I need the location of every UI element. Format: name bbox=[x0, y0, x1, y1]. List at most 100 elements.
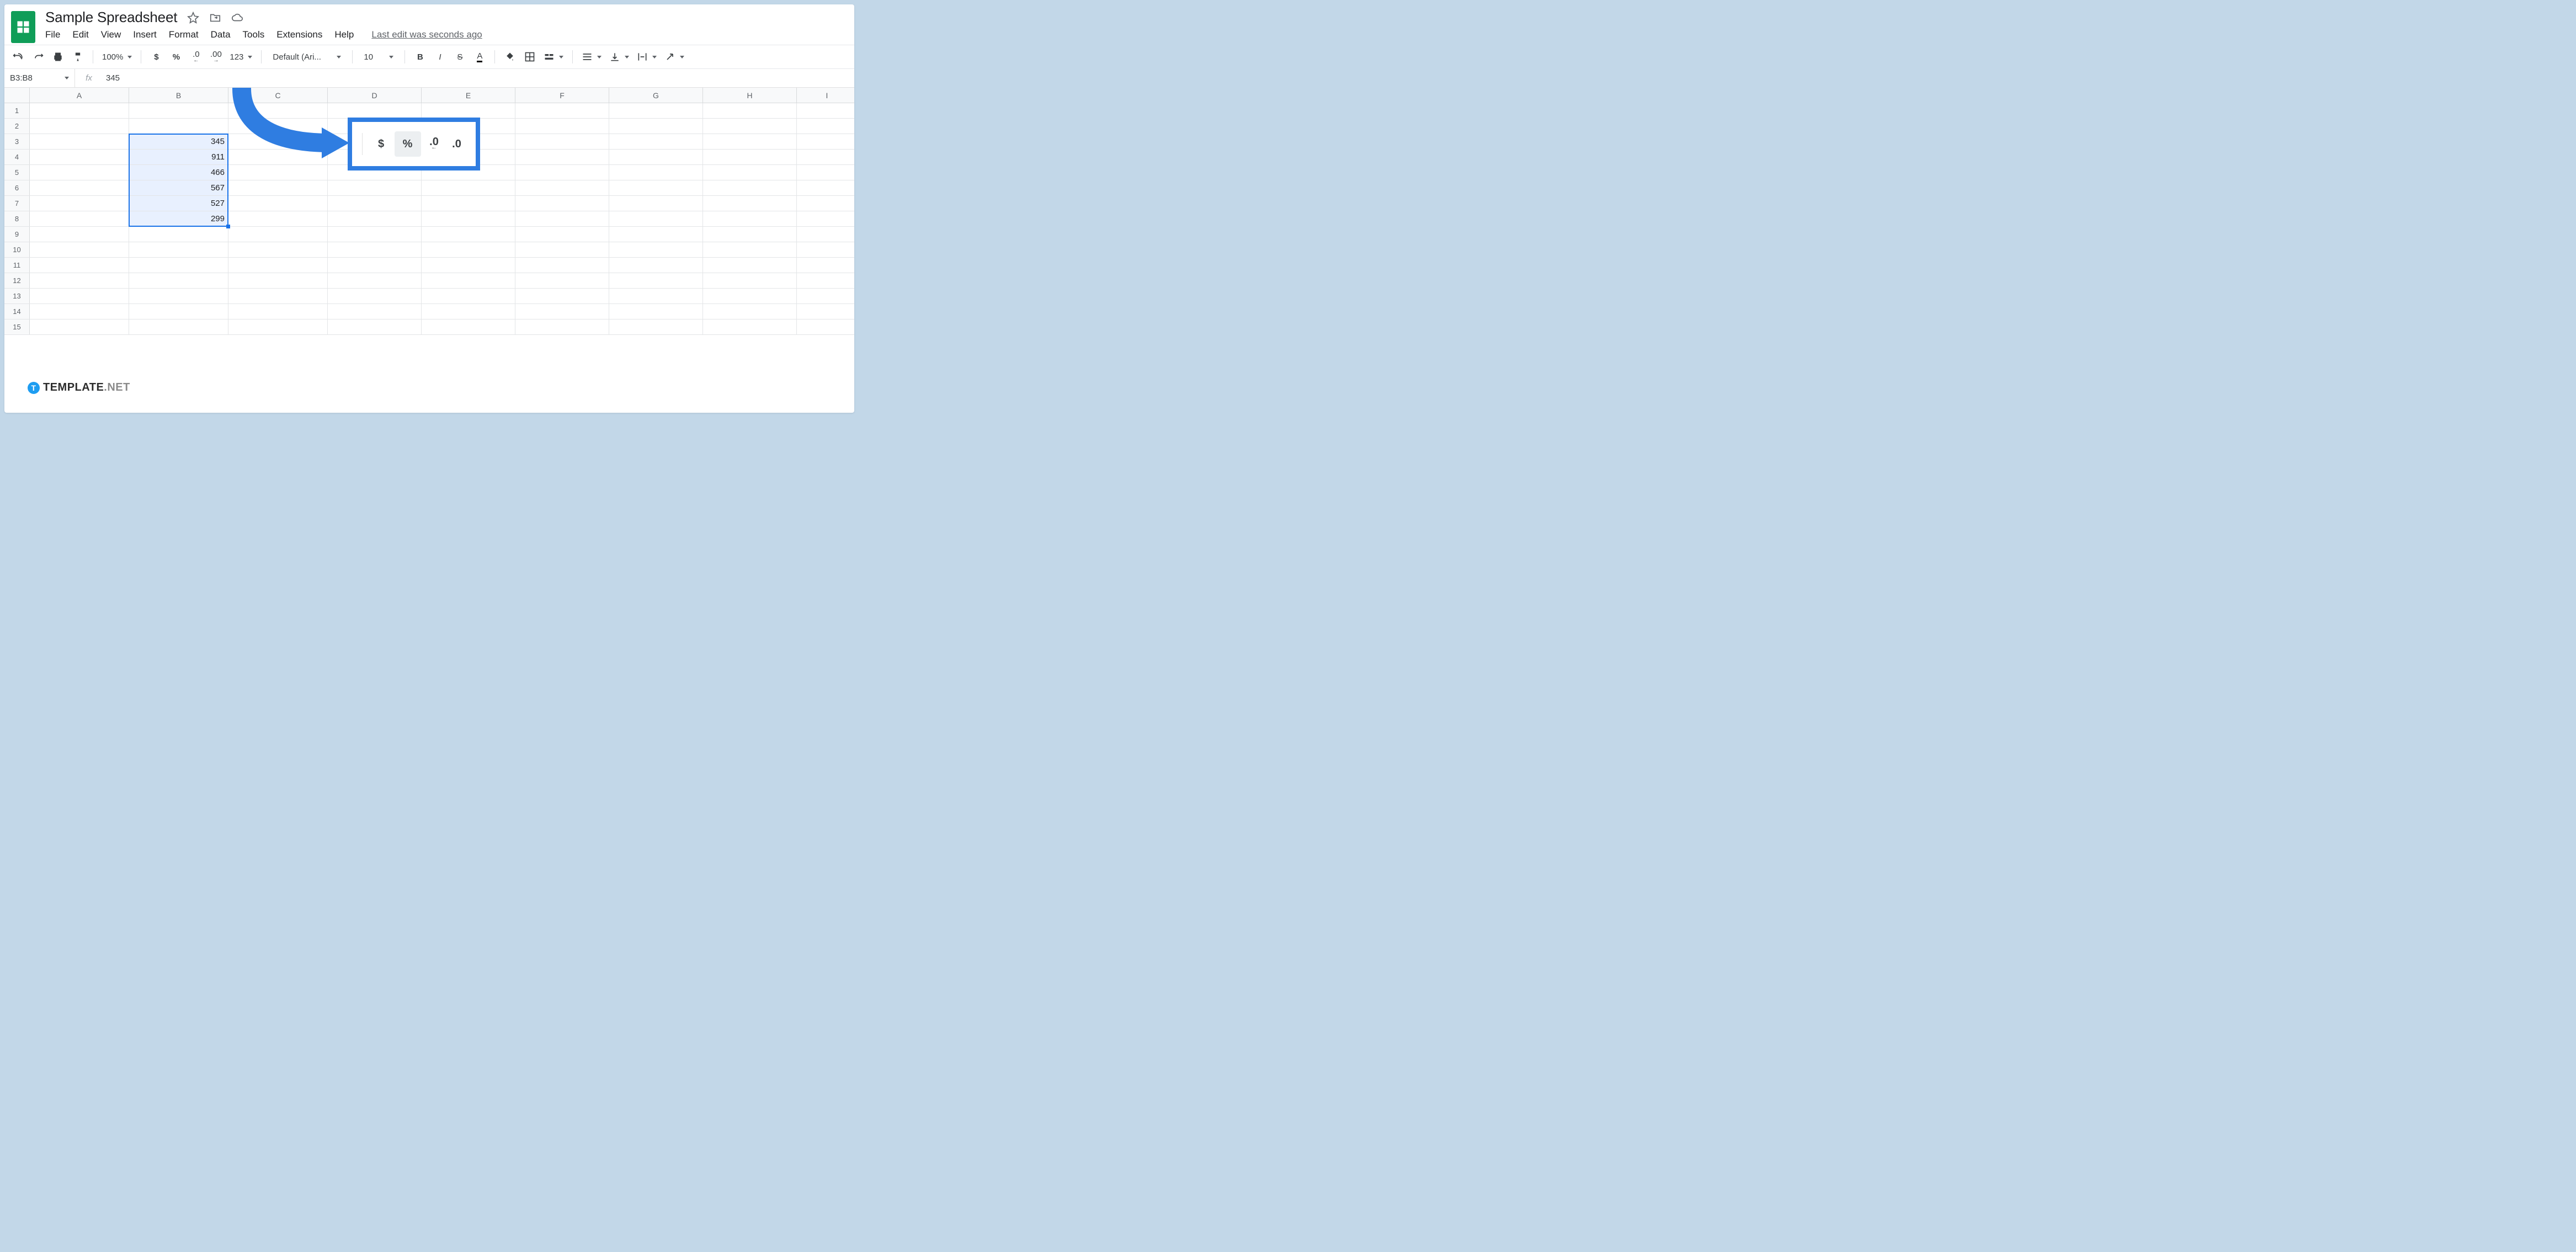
cell[interactable] bbox=[30, 258, 129, 273]
cell[interactable] bbox=[797, 227, 854, 242]
row-header[interactable]: 5 bbox=[4, 165, 30, 180]
cell[interactable] bbox=[228, 119, 328, 134]
last-edit-link[interactable]: Last edit was seconds ago bbox=[371, 29, 482, 40]
cell[interactable] bbox=[703, 227, 797, 242]
cell[interactable] bbox=[129, 242, 228, 257]
column-header[interactable]: G bbox=[609, 88, 703, 103]
doc-title[interactable]: Sample Spreadsheet bbox=[45, 9, 177, 26]
font-size-dropdown[interactable]: 10 bbox=[359, 49, 398, 65]
italic-button[interactable]: I bbox=[432, 49, 448, 65]
formula-input[interactable]: 345 bbox=[103, 73, 120, 83]
cell[interactable] bbox=[422, 319, 515, 334]
cell[interactable] bbox=[30, 134, 129, 149]
cell[interactable] bbox=[129, 119, 228, 134]
cell[interactable] bbox=[797, 196, 854, 211]
merge-cells-dropdown[interactable] bbox=[541, 49, 566, 65]
print-button[interactable] bbox=[50, 49, 66, 65]
column-header[interactable]: B bbox=[129, 88, 228, 103]
cell[interactable] bbox=[609, 227, 703, 242]
cell[interactable] bbox=[30, 196, 129, 211]
cell[interactable] bbox=[797, 258, 854, 273]
callout-percent-button[interactable]: % bbox=[395, 131, 421, 157]
row-header[interactable]: 10 bbox=[4, 242, 30, 257]
cell[interactable] bbox=[703, 180, 797, 195]
decrease-decimal-button[interactable]: .0← bbox=[188, 49, 204, 65]
cell[interactable] bbox=[797, 180, 854, 195]
cell[interactable] bbox=[328, 289, 422, 303]
horizontal-align-dropdown[interactable] bbox=[579, 49, 604, 65]
cell[interactable] bbox=[30, 165, 129, 180]
callout-increase-decimal-button[interactable]: .0 bbox=[448, 131, 466, 157]
row-header[interactable]: 2 bbox=[4, 119, 30, 134]
cell[interactable] bbox=[328, 304, 422, 319]
cell[interactable]: 345 bbox=[129, 134, 228, 149]
cell[interactable] bbox=[515, 150, 609, 164]
cell[interactable] bbox=[609, 150, 703, 164]
cell[interactable] bbox=[609, 134, 703, 149]
cell[interactable] bbox=[515, 165, 609, 180]
column-header[interactable]: F bbox=[515, 88, 609, 103]
cell[interactable] bbox=[328, 273, 422, 288]
cell[interactable] bbox=[422, 103, 515, 118]
callout-decrease-decimal-button[interactable]: .0← bbox=[421, 131, 448, 157]
cell[interactable] bbox=[422, 273, 515, 288]
cell[interactable] bbox=[797, 289, 854, 303]
cell[interactable] bbox=[515, 134, 609, 149]
text-wrap-dropdown[interactable] bbox=[635, 49, 659, 65]
cell[interactable] bbox=[797, 304, 854, 319]
cell[interactable] bbox=[609, 103, 703, 118]
cell[interactable]: 527 bbox=[129, 196, 228, 211]
row-header[interactable]: 3 bbox=[4, 134, 30, 149]
cell[interactable] bbox=[228, 273, 328, 288]
cell[interactable] bbox=[228, 211, 328, 226]
cell[interactable] bbox=[515, 289, 609, 303]
cell[interactable] bbox=[30, 119, 129, 134]
spreadsheet-grid[interactable]: ABCDEFGHI 123345491154666567752782999101… bbox=[4, 88, 854, 413]
menu-edit[interactable]: Edit bbox=[72, 29, 88, 40]
cell[interactable] bbox=[797, 273, 854, 288]
cell[interactable] bbox=[228, 150, 328, 164]
column-header[interactable]: H bbox=[703, 88, 797, 103]
menu-data[interactable]: Data bbox=[211, 29, 231, 40]
cell[interactable] bbox=[30, 150, 129, 164]
cell[interactable] bbox=[328, 227, 422, 242]
cell[interactable] bbox=[129, 103, 228, 118]
cell[interactable] bbox=[797, 319, 854, 334]
cell[interactable] bbox=[797, 211, 854, 226]
row-header[interactable]: 6 bbox=[4, 180, 30, 195]
cell[interactable] bbox=[30, 304, 129, 319]
row-header[interactable]: 14 bbox=[4, 304, 30, 319]
cell[interactable] bbox=[703, 211, 797, 226]
column-header[interactable]: C bbox=[228, 88, 328, 103]
cell[interactable] bbox=[228, 180, 328, 195]
column-header[interactable]: A bbox=[30, 88, 129, 103]
column-header[interactable]: I bbox=[797, 88, 854, 103]
name-box[interactable]: B3:B8 bbox=[4, 69, 75, 87]
cell[interactable]: 911 bbox=[129, 150, 228, 164]
menu-tools[interactable]: Tools bbox=[243, 29, 265, 40]
menu-extensions[interactable]: Extensions bbox=[276, 29, 322, 40]
cell[interactable] bbox=[797, 242, 854, 257]
cell[interactable] bbox=[515, 319, 609, 334]
cell[interactable] bbox=[515, 242, 609, 257]
row-header[interactable]: 15 bbox=[4, 319, 30, 334]
cell[interactable] bbox=[797, 119, 854, 134]
cell[interactable] bbox=[703, 258, 797, 273]
borders-button[interactable] bbox=[521, 49, 538, 65]
strikethrough-button[interactable]: S bbox=[451, 49, 468, 65]
cell[interactable] bbox=[328, 258, 422, 273]
cell[interactable] bbox=[703, 319, 797, 334]
cell[interactable] bbox=[609, 319, 703, 334]
cell[interactable] bbox=[515, 211, 609, 226]
selection-handle[interactable] bbox=[226, 225, 230, 228]
menu-format[interactable]: Format bbox=[169, 29, 199, 40]
cell[interactable] bbox=[797, 103, 854, 118]
cell[interactable] bbox=[515, 103, 609, 118]
bold-button[interactable]: B bbox=[412, 49, 428, 65]
cell[interactable] bbox=[328, 103, 422, 118]
cell[interactable] bbox=[703, 119, 797, 134]
star-icon[interactable] bbox=[187, 12, 199, 24]
cell[interactable] bbox=[30, 180, 129, 195]
cell[interactable] bbox=[703, 150, 797, 164]
cell[interactable] bbox=[30, 227, 129, 242]
